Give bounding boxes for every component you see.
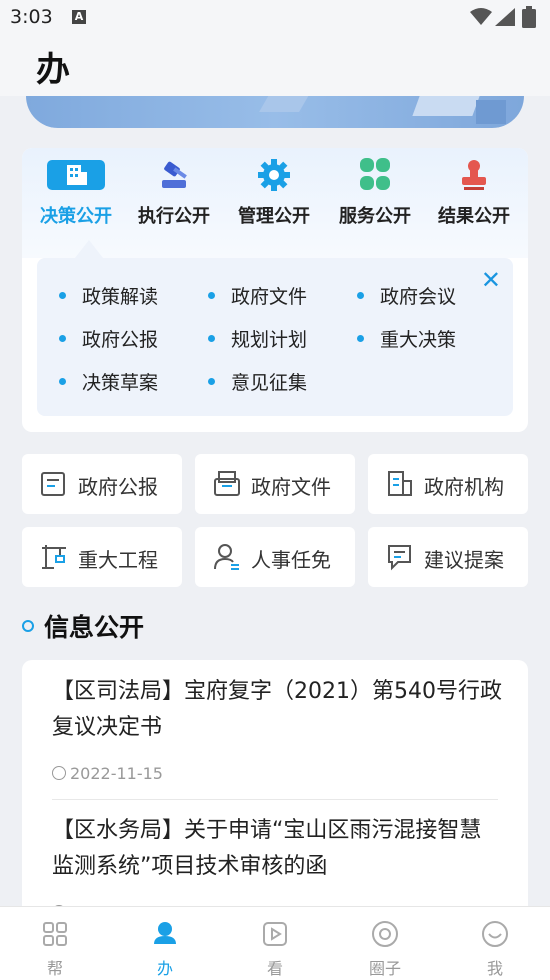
submenu-item[interactable]: 政府文件	[208, 282, 307, 309]
category-execution[interactable]: 执行公开	[124, 158, 224, 228]
news-item[interactable]: 【区水务局】关于申请“宝山区雨污混接智慧监测系统”项目技术审核的函 2022-1…	[52, 813, 502, 920]
banner-image[interactable]	[26, 96, 524, 128]
submenu-item[interactable]: 政策解读	[59, 282, 158, 309]
section-ring-icon	[22, 620, 34, 632]
person-list-icon	[214, 544, 239, 570]
submenu-item[interactable]: 重大决策	[357, 325, 456, 352]
wifi-icon	[470, 8, 492, 25]
news-item[interactable]: 【区司法局】宝府复字（2021）第540号行政复议决定书 2022-11-15	[52, 674, 502, 783]
clock-icon	[52, 765, 66, 780]
tab-do[interactable]: 办	[125, 919, 205, 979]
tab-help[interactable]: 帮	[15, 919, 95, 979]
category-label: 服务公开	[339, 206, 411, 227]
gear-icon	[245, 158, 303, 192]
news-list: 【区司法局】宝府复字（2021）第540号行政复议决定书 2022-11-15 …	[22, 660, 528, 920]
building-doc-icon	[388, 471, 412, 496]
quick-link-label: 政府机构	[424, 475, 504, 499]
bottom-tab-bar: 帮 办 看 圈子 我	[0, 906, 550, 980]
quick-link-label: 重大工程	[78, 548, 158, 572]
divider	[52, 799, 498, 800]
notification-a-icon: A	[72, 10, 86, 24]
submenu-item[interactable]: 规划计划	[208, 325, 307, 352]
battery-icon	[522, 6, 536, 28]
quick-link-projects[interactable]: 重大工程	[22, 527, 182, 587]
category-result[interactable]: 结果公开	[424, 158, 524, 228]
submenu-item[interactable]: 决策草案	[59, 368, 158, 395]
status-bar: 3:03 A	[0, 0, 550, 36]
grid-icon	[43, 922, 67, 946]
clover-icon	[346, 158, 404, 192]
disclosure-card: 决策公开 执行公开 管理公开 服务公开 结果公开 ✕ 政策解读 政府文件 政府会…	[22, 148, 528, 432]
circle-icon	[372, 921, 398, 947]
quick-link-proposals[interactable]: 建议提案	[368, 527, 528, 587]
category-decision[interactable]: 决策公开	[26, 158, 126, 228]
chat-doc-icon	[388, 545, 411, 571]
category-label: 决策公开	[40, 206, 112, 227]
person-icon	[154, 922, 176, 944]
building-icon	[47, 158, 105, 192]
stamp-icon	[445, 158, 503, 192]
page-header: 办	[0, 36, 550, 96]
tab-label: 帮	[46, 959, 63, 978]
quick-link-label: 政府公报	[78, 475, 158, 499]
bulletin-icon	[41, 472, 65, 496]
tab-me[interactable]: 我	[455, 919, 535, 979]
page-title: 办	[36, 50, 70, 90]
news-title: 【区司法局】宝府复字（2021）第540号行政复议决定书	[52, 679, 502, 740]
quick-link-documents[interactable]: 政府文件	[195, 454, 355, 514]
news-title: 【区水务局】关于申请“宝山区雨污混接智慧监测系统”项目技术审核的函	[52, 818, 482, 879]
category-label: 执行公开	[138, 206, 210, 227]
quick-link-label: 人事任免	[251, 548, 331, 572]
category-service[interactable]: 服务公开	[325, 158, 425, 228]
news-date: 2022-11-15	[52, 764, 502, 783]
category-label: 结果公开	[438, 206, 510, 227]
crane-icon	[42, 545, 66, 569]
tab-circle[interactable]: 圈子	[345, 919, 425, 979]
signal-icon	[495, 8, 515, 26]
submenu-item[interactable]: 政府公报	[59, 325, 158, 352]
gavel-icon	[145, 158, 203, 192]
quick-link-label: 政府文件	[251, 475, 331, 499]
tab-label: 办	[156, 959, 173, 978]
inbox-icon	[214, 471, 240, 496]
play-icon	[263, 922, 287, 946]
submenu-item[interactable]: 政府会议	[357, 282, 456, 309]
quick-link-agencies[interactable]: 政府机构	[368, 454, 528, 514]
category-management[interactable]: 管理公开	[224, 158, 324, 228]
submenu-panel: ✕ 政策解读 政府文件 政府会议 政府公报 规划计划 重大决策 决策草案 意见征…	[37, 240, 513, 416]
section-title: 信息公开	[44, 613, 145, 642]
tab-watch[interactable]: 看	[235, 919, 315, 979]
quick-link-appointments[interactable]: 人事任免	[195, 527, 355, 587]
tab-label: 我	[486, 959, 503, 978]
quick-link-gazette[interactable]: 政府公报	[22, 454, 182, 514]
smile-icon	[482, 921, 508, 947]
tab-label: 看	[266, 959, 283, 978]
tab-label: 圈子	[368, 959, 401, 978]
close-icon[interactable]: ✕	[481, 266, 501, 294]
status-time: 3:03	[10, 6, 53, 28]
category-label: 管理公开	[238, 206, 310, 227]
quick-link-label: 建议提案	[424, 548, 504, 572]
submenu-item[interactable]: 意见征集	[208, 368, 307, 395]
